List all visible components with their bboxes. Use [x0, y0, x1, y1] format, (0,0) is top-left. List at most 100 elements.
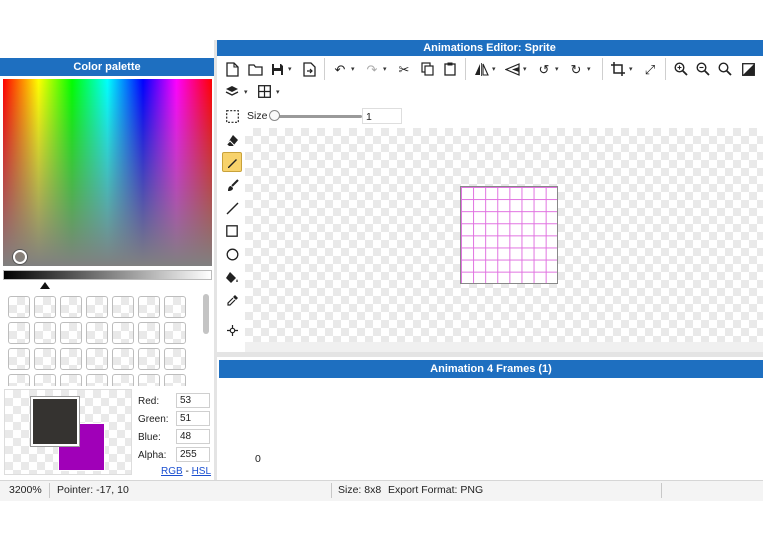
rotate-cw-icon[interactable]: ↻ — [566, 59, 586, 79]
swatch[interactable] — [86, 348, 108, 370]
swatch-scrollbar[interactable] — [203, 294, 209, 334]
palette-title: Color palette — [0, 58, 214, 76]
status-pointer: Pointer: -17, 10 — [57, 484, 129, 496]
swatch[interactable] — [8, 322, 30, 344]
size-field[interactable]: 1 — [362, 108, 402, 124]
swatch[interactable] — [112, 374, 134, 386]
transform-tool-icon[interactable] — [222, 320, 242, 340]
ellipse-tool-icon[interactable] — [222, 244, 242, 264]
grid-dropdown-icon[interactable]: ▾ — [276, 88, 280, 96]
sprite-pixel-grid[interactable] — [460, 186, 558, 284]
alpha-field[interactable]: 255 — [176, 447, 210, 462]
swatch[interactable] — [34, 296, 56, 318]
red-field[interactable]: 53 — [176, 393, 210, 408]
brightness-slider[interactable] — [3, 270, 212, 280]
eraser-tool-icon[interactable] — [222, 130, 242, 150]
rotate-ccw-icon[interactable]: ↺ — [534, 59, 554, 79]
size-label: Size — [247, 110, 268, 122]
swatch[interactable] — [112, 296, 134, 318]
swatch[interactable] — [34, 348, 56, 370]
swatch[interactable] — [86, 296, 108, 318]
size-slider[interactable] — [270, 115, 362, 118]
paste-icon[interactable] — [440, 59, 460, 79]
swatch[interactable] — [8, 374, 30, 386]
swatch[interactable] — [60, 348, 82, 370]
layers-dropdown-icon[interactable]: ▾ — [244, 88, 248, 96]
swatch[interactable] — [112, 348, 134, 370]
pencil-tool-icon[interactable] — [222, 152, 242, 172]
fill-bucket-tool-icon[interactable] — [222, 267, 242, 287]
toolbar-separator — [465, 58, 466, 80]
green-field[interactable]: 51 — [176, 411, 210, 426]
swatch[interactable] — [138, 348, 160, 370]
swatch[interactable] — [138, 322, 160, 344]
contrast-icon[interactable] — [738, 59, 758, 79]
resize-icon[interactable]: ⤢ — [640, 59, 660, 79]
swatch[interactable] — [60, 322, 82, 344]
status-zoom: 3200% — [9, 484, 42, 496]
eyedropper-tool-icon[interactable] — [222, 290, 242, 310]
rotate-ccw-dropdown-icon[interactable]: ▾ — [555, 65, 559, 73]
swatch[interactable] — [34, 374, 56, 386]
selection-tool-icon[interactable] — [222, 106, 242, 126]
swatch[interactable] — [164, 348, 186, 370]
grid-icon[interactable] — [254, 81, 274, 101]
crop-dropdown-icon[interactable]: ▾ — [629, 65, 633, 73]
brush-tool-icon[interactable] — [222, 175, 242, 195]
flip-horizontal-dropdown-icon[interactable]: ▾ — [492, 65, 496, 73]
rgb-link[interactable]: RGB — [161, 466, 183, 477]
line-tool-icon[interactable] — [222, 198, 242, 218]
swatch[interactable] — [164, 374, 186, 386]
picker-cursor-icon[interactable] — [13, 250, 27, 264]
zoom-in-icon[interactable] — [671, 59, 691, 79]
export-icon[interactable] — [299, 59, 319, 79]
new-file-icon[interactable] — [222, 59, 242, 79]
drawing-canvas[interactable] — [245, 128, 763, 342]
undo-icon[interactable]: ↶ — [330, 59, 350, 79]
panel-divider — [214, 40, 217, 480]
rotate-cw-dropdown-icon[interactable]: ▾ — [587, 65, 591, 73]
animation-frames-area — [219, 378, 763, 480]
open-folder-icon[interactable] — [245, 59, 265, 79]
mode-separator: - — [185, 466, 189, 477]
swatch[interactable] — [34, 322, 56, 344]
swatch[interactable] — [8, 348, 30, 370]
swatch[interactable] — [138, 296, 160, 318]
save-icon[interactable] — [267, 59, 287, 79]
hue-saturation-picker[interactable] — [3, 79, 212, 266]
size-slider-handle[interactable] — [269, 110, 280, 121]
blue-label: Blue: — [138, 432, 161, 443]
color-preview — [4, 389, 132, 475]
rectangle-tool-icon[interactable] — [222, 221, 242, 241]
undo-dropdown-icon[interactable]: ▾ — [351, 65, 355, 73]
swatch[interactable] — [112, 322, 134, 344]
flip-horizontal-icon[interactable] — [471, 59, 491, 79]
brightness-slider-handle-icon[interactable] — [40, 282, 50, 289]
frame-number[interactable]: 0 — [255, 453, 261, 465]
cut-icon[interactable]: ✂ — [394, 59, 414, 79]
layers-icon[interactable] — [222, 81, 242, 101]
animation-panel-title: Animation 4 Frames (1) — [219, 360, 763, 378]
swatch[interactable] — [60, 296, 82, 318]
redo-icon[interactable]: ↷ — [362, 59, 382, 79]
redo-dropdown-icon[interactable]: ▾ — [383, 65, 387, 73]
crop-icon[interactable] — [608, 59, 628, 79]
swatch[interactable] — [60, 374, 82, 386]
swatch[interactable] — [164, 322, 186, 344]
blue-field[interactable]: 48 — [176, 429, 210, 444]
copy-icon[interactable] — [417, 59, 437, 79]
hsl-link[interactable]: HSL — [192, 466, 211, 477]
primary-color-swatch[interactable] — [31, 397, 79, 446]
swatch[interactable] — [8, 296, 30, 318]
flip-vertical-dropdown-icon[interactable]: ▾ — [523, 65, 527, 73]
flip-vertical-icon[interactable] — [502, 59, 522, 79]
window-title: Animations Editor: Sprite — [216, 40, 763, 56]
save-dropdown-icon[interactable]: ▾ — [288, 65, 292, 73]
status-format: Export Format: PNG — [388, 484, 484, 496]
swatch[interactable] — [86, 322, 108, 344]
swatch[interactable] — [86, 374, 108, 386]
zoom-fit-icon[interactable] — [715, 59, 735, 79]
zoom-out-icon[interactable] — [693, 59, 713, 79]
swatch[interactable] — [138, 374, 160, 386]
swatch[interactable] — [164, 296, 186, 318]
